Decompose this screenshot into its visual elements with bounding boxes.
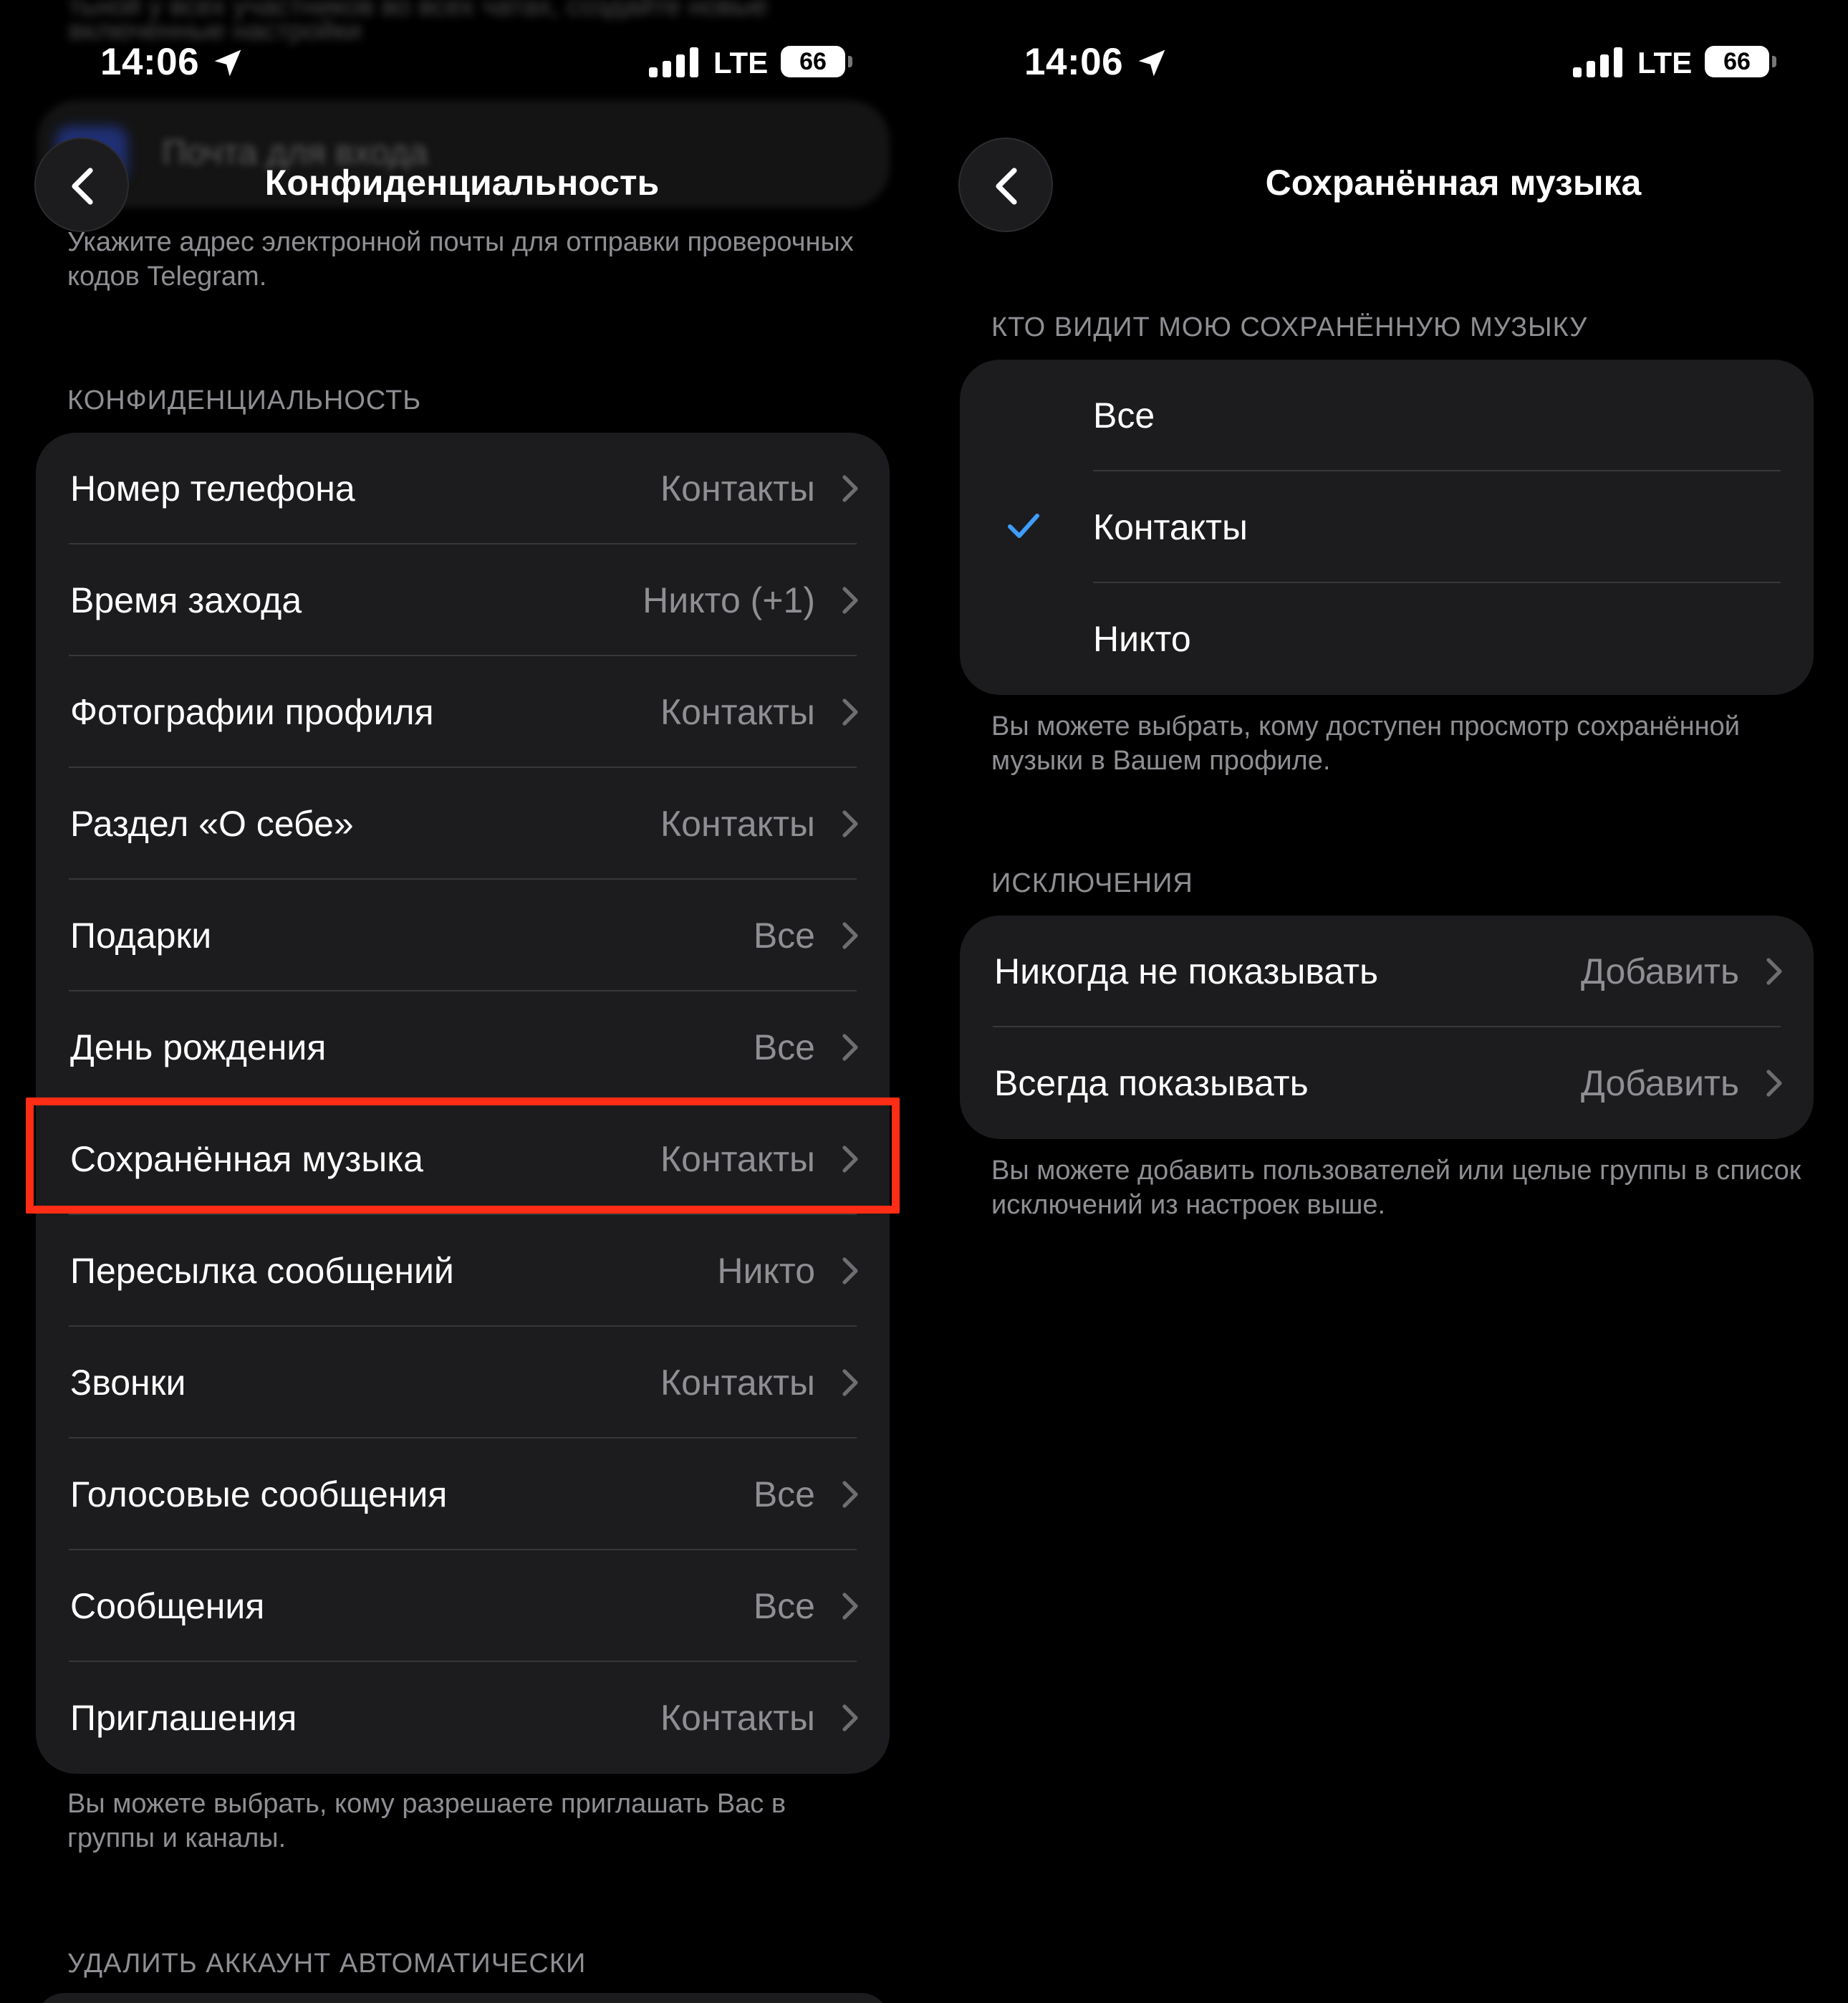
battery-icon: 66	[1705, 46, 1769, 77]
settings-row[interactable]: Приглашения Контакты	[36, 1662, 890, 1774]
row-label: Пересылка сообщений	[70, 1251, 454, 1291]
row-value: Контакты	[660, 692, 815, 732]
row-label: Номер телефона	[70, 469, 355, 509]
settings-row[interactable]: Время захода Никто (+1)	[36, 544, 890, 656]
settings-row[interactable]: Пересылка сообщений Никто	[36, 1215, 890, 1327]
settings-row[interactable]: Раздел «О себе» Контакты	[36, 768, 890, 880]
row-label: Подарки	[70, 916, 212, 956]
email-note: Укажите адрес электронной почты для отпр…	[67, 227, 854, 292]
saved-music-screen: 14:06 LTE 66 Сохранённая музыка КТО ВИДИ…	[924, 0, 1848, 2003]
invites-note: Вы можете выбрать, кому разрешаете пригл…	[67, 1789, 786, 1853]
chevron-right-icon	[1766, 1070, 1782, 1097]
privacy-screen: тьной у всех участников во всех чатах, с…	[0, 0, 924, 2003]
page-title: Конфиденциальность	[264, 163, 660, 203]
network-type: LTE	[1637, 46, 1693, 80]
row-label: Фотографии профиля	[70, 692, 434, 732]
exceptions-note: Вы можете добавить пользователей или цел…	[991, 1156, 1801, 1220]
visibility-options-list: Все Контакты Никто	[960, 360, 1814, 695]
chevron-right-icon	[842, 587, 858, 614]
row-value: Все	[753, 916, 815, 956]
row-value: Контакты	[660, 1363, 815, 1403]
chevron-right-icon	[842, 1369, 858, 1396]
row-label: Время захода	[70, 580, 302, 620]
settings-row[interactable]: Никогда не показывать Добавить	[960, 916, 1814, 1027]
row-value: Контакты	[660, 804, 815, 844]
row-label: Всегда показывать	[994, 1063, 1309, 1103]
battery-icon: 66	[781, 46, 845, 77]
option-label: Контакты	[1093, 507, 1248, 547]
visibility-option[interactable]: Все	[960, 360, 1814, 471]
row-value: Добавить	[1581, 1063, 1739, 1103]
chevron-right-icon	[842, 698, 858, 726]
option-label: Никто	[1093, 619, 1191, 659]
chevron-right-icon	[842, 1034, 858, 1061]
network-type: LTE	[713, 46, 769, 80]
auto-delete-group	[36, 1993, 890, 2003]
checkmark-icon	[1008, 514, 1039, 538]
highlight-frame	[26, 1097, 900, 1214]
row-value: Контакты	[660, 1698, 815, 1738]
chevron-right-icon	[842, 1257, 858, 1284]
settings-row[interactable]: Голосовые сообщения Все	[36, 1438, 890, 1550]
visibility-option[interactable]: Контакты	[960, 471, 1814, 583]
privacy-section-header: КОНФИДЕНЦИАЛЬНОСТЬ	[67, 385, 422, 416]
row-label: Голосовые сообщения	[70, 1474, 448, 1514]
status-bar: 14:06 LTE 66	[0, 0, 924, 122]
row-value: Контакты	[660, 469, 815, 509]
chevron-right-icon	[842, 475, 858, 502]
chevron-right-icon	[842, 1593, 858, 1620]
settings-row[interactable]: Звонки Контакты	[36, 1327, 890, 1438]
visibility-note: Вы можете выбрать, кому доступен просмот…	[991, 711, 1740, 776]
status-time: 14:06	[100, 41, 200, 83]
settings-row[interactable]: Всегда показывать Добавить	[960, 1027, 1814, 1139]
exceptions-list: Никогда не показывать Добавить Всегда пока…	[960, 916, 1814, 1139]
page-title: Сохранённая музыка	[1265, 163, 1642, 203]
row-label: Никогда не показывать	[994, 951, 1379, 991]
row-label: День рождения	[70, 1027, 327, 1067]
chevron-right-icon	[1766, 958, 1782, 985]
settings-row[interactable]: День рождения Все	[36, 991, 890, 1103]
exceptions-section-header: ИСКЛЮЧЕНИЯ	[991, 868, 1193, 898]
chevron-right-icon	[842, 1704, 858, 1731]
row-value: Все	[753, 1027, 815, 1067]
row-label: Сообщения	[70, 1586, 265, 1626]
settings-row[interactable]: Номер телефона Контакты	[36, 433, 890, 544]
chevron-right-icon	[842, 922, 858, 949]
visibility-option[interactable]: Никто	[960, 583, 1814, 695]
signal-bars-icon	[1573, 47, 1622, 77]
signal-bars-icon	[649, 47, 698, 77]
chevron-right-icon	[842, 810, 858, 837]
visibility-section-header: КТО ВИДИТ МОЮ СОХРАНЁННУЮ МУЗЫКУ	[991, 312, 1588, 342]
row-label: Приглашения	[70, 1698, 297, 1738]
row-label: Звонки	[70, 1363, 186, 1403]
status-time: 14:06	[1024, 41, 1124, 83]
chevron-right-icon	[842, 1481, 858, 1508]
row-value: Все	[753, 1474, 815, 1514]
option-label: Все	[1093, 395, 1155, 436]
status-bar: 14:06 LTE 66	[924, 0, 1848, 122]
location-arrow-icon	[214, 49, 241, 77]
settings-row[interactable]: Фотографии профиля Контакты	[36, 656, 890, 768]
settings-row[interactable]: Сообщения Все	[36, 1550, 890, 1662]
row-value: Добавить	[1581, 951, 1739, 991]
row-value: Никто	[717, 1251, 815, 1291]
auto-delete-section-header: УДАЛИТЬ АККАУНТ АВТОМАТИЧЕСКИ	[67, 1949, 587, 1979]
row-value: Никто (+1)	[643, 580, 815, 620]
row-value: Все	[753, 1586, 815, 1626]
battery-tip	[848, 56, 852, 67]
location-arrow-icon	[1138, 49, 1165, 77]
battery-tip	[1772, 56, 1776, 67]
row-label: Раздел «О себе»	[70, 804, 354, 844]
settings-row[interactable]: Подарки Все	[36, 880, 890, 991]
